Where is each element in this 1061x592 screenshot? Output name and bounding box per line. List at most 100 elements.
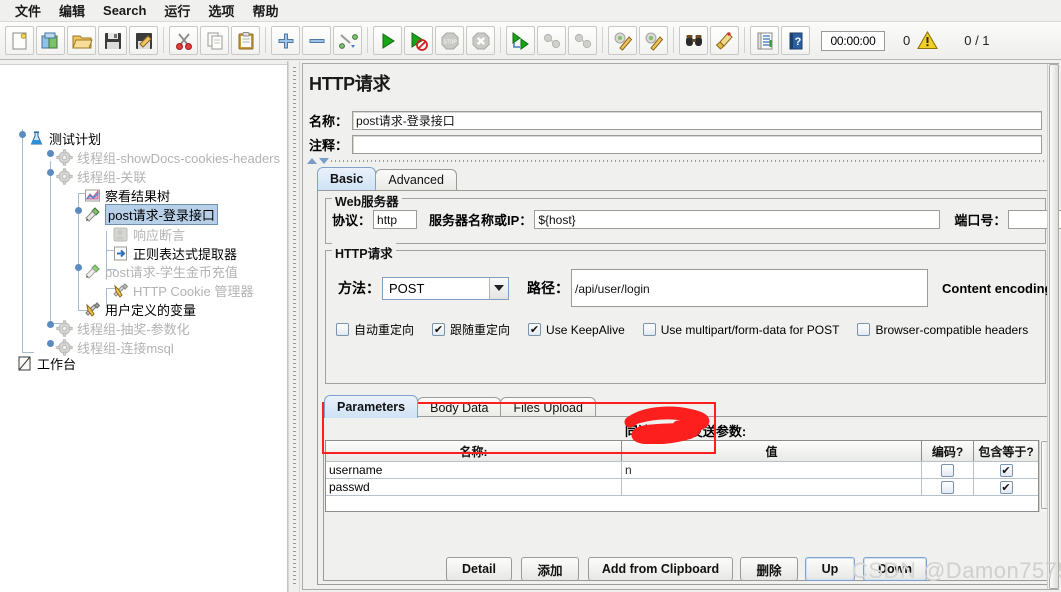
multipart-checkbox[interactable] [642,323,656,336]
column-header-name[interactable]: 名称: [326,441,622,461]
include-equals-checkbox[interactable] [999,480,1013,494]
tree-handle-thread-group-lottery[interactable] [45,319,56,330]
paste-icon[interactable] [231,26,260,55]
method-select[interactable]: POST [382,276,509,300]
auto-redirect-row[interactable]: 自动重定向 [336,321,414,338]
expand-icon[interactable] [271,26,300,55]
tab-body-data[interactable]: Body Data [417,397,502,418]
new-icon[interactable] [5,26,34,55]
tree-handle-post-login[interactable] [73,205,84,216]
chevron-down-icon[interactable] [489,277,508,299]
shutdown-icon[interactable] [466,26,495,55]
search-icon[interactable] [679,26,708,55]
scrollbar-thumb[interactable] [1049,64,1059,589]
tree-node-user-defined-variables[interactable]: 用户定义的变量 [84,300,196,319]
menu-options[interactable]: 选项 [199,0,243,22]
down-button[interactable]: Down [863,557,927,581]
cell-include-equals[interactable] [974,479,1038,495]
column-header-encode[interactable]: 编码? [922,441,974,461]
auto-redirect-checkbox[interactable] [336,323,349,336]
menu-run[interactable]: 运行 [155,0,199,22]
encode-checkbox[interactable] [941,463,954,477]
tab-files-upload[interactable]: Files Upload [500,397,596,418]
reset-search-icon[interactable] [710,26,739,55]
templates-icon[interactable] [36,26,65,55]
tree-node-workbench[interactable]: 工作台 [16,354,76,373]
encode-checkbox[interactable] [941,480,954,494]
test-plan-tree[interactable]: 测试计划 线程组-showDocs-cookies-headers 线程组-关联… [0,61,288,592]
function-helper-icon[interactable] [750,26,779,55]
table-empty-row[interactable] [326,495,1038,515]
start-no-timers-icon[interactable] [404,26,433,55]
cell-param-name[interactable]: username [326,462,622,478]
include-equals-checkbox[interactable] [999,463,1013,477]
table-row[interactable]: passwd [326,478,1038,495]
tree-node-post-recharge[interactable]: post请求-学生金币充值 [84,262,238,281]
clear-icon[interactable] [608,26,637,55]
cell-param-name[interactable]: passwd [326,479,622,495]
tree-node-http-cookie-manager[interactable]: HTTP Cookie 管理器 [112,281,253,300]
stop-remote-all-icon[interactable] [568,26,597,55]
chevron-up-icon[interactable] [307,158,317,164]
help-icon[interactable]: ? [781,26,810,55]
cell-param-value[interactable]: n [622,462,922,478]
tree-handle-post-recharge[interactable] [73,262,84,273]
comment-input[interactable] [352,135,1043,154]
tree-node-thread-group-showdocs[interactable]: 线程组-showDocs-cookies-headers [56,148,280,167]
toggle-icon[interactable] [333,26,362,55]
tab-parameters[interactable]: Parameters [324,395,419,418]
tree-handle-thread-group-showdocs[interactable] [45,148,56,159]
save-as-icon[interactable] [129,26,158,55]
open-folder-icon[interactable] [67,26,96,55]
browser-compatible-headers-row[interactable]: Browser-compatible headers [857,323,1028,337]
panel-vertical-scrollbar[interactable] [1047,64,1059,589]
path-input[interactable]: /api/user/login [571,269,928,307]
tree-handle-thread-group-guanlian[interactable] [45,167,56,178]
start-icon[interactable] [373,26,402,55]
collapse-icon[interactable] [302,26,331,55]
table-row[interactable]: username n [326,461,1038,478]
column-header-value[interactable]: 值 [622,441,922,461]
chevron-down-icon[interactable] [319,158,329,164]
tree-handle-test-plan[interactable] [17,129,28,140]
follow-redirect-row[interactable]: 跟随重定向 [432,321,510,338]
tree-node-thread-group-guanlian[interactable]: 线程组-关联 [56,167,146,186]
cell-encode[interactable] [922,462,974,478]
save-icon[interactable] [98,26,127,55]
menu-help[interactable]: 帮助 [243,0,287,22]
keepalive-checkbox[interactable] [528,323,542,336]
add-button[interactable]: 添加 [521,557,579,581]
cell-param-value[interactable] [622,479,922,495]
warning-icon[interactable] [917,31,939,50]
tree-node-response-assertion[interactable]: 响应断言 [112,225,185,244]
column-header-include-equals[interactable]: 包含等于? [974,441,1038,461]
tree-node-post-login[interactable]: post请求-登录接口 [84,204,218,225]
browser-compatible-headers-checkbox[interactable] [857,323,871,336]
section-collapse-toggles[interactable] [307,156,331,166]
tree-handle-thread-group-mysql[interactable] [45,338,56,349]
tree-node-regex-extractor[interactable]: 正则表达式提取器 [112,244,237,263]
multipart-row[interactable]: Use multipart/form-data for POST [642,323,839,337]
tree-node-test-plan[interactable]: 测试计划 [28,129,101,148]
cell-include-equals[interactable] [974,462,1038,478]
up-button[interactable]: Up [805,557,855,581]
start-remote-all-icon[interactable] [537,26,566,55]
detail-button[interactable]: Detail [446,557,512,581]
split-pane-divider[interactable] [288,61,300,592]
menu-file[interactable]: 文件 [6,0,50,22]
stop-icon[interactable]: STOP [435,26,464,55]
server-input[interactable]: ${host} [534,210,941,229]
protocol-input[interactable]: http [373,210,418,229]
parameters-table[interactable]: 名称: 值 编码? 包含等于? username n passwd [325,440,1039,512]
add-from-clipboard-button[interactable]: Add from Clipboard [588,557,733,581]
copy-icon[interactable] [200,26,229,55]
cell-encode[interactable] [922,479,974,495]
clear-all-icon[interactable] [639,26,668,55]
menu-edit[interactable]: 编辑 [50,0,94,22]
follow-redirect-checkbox[interactable] [432,323,446,336]
start-remote-icon[interactable] [506,26,535,55]
name-input[interactable]: post请求-登录接口 [352,111,1043,130]
delete-button[interactable]: 删除 [740,557,798,581]
keepalive-row[interactable]: Use KeepAlive [528,323,625,337]
cut-icon[interactable] [169,26,198,55]
